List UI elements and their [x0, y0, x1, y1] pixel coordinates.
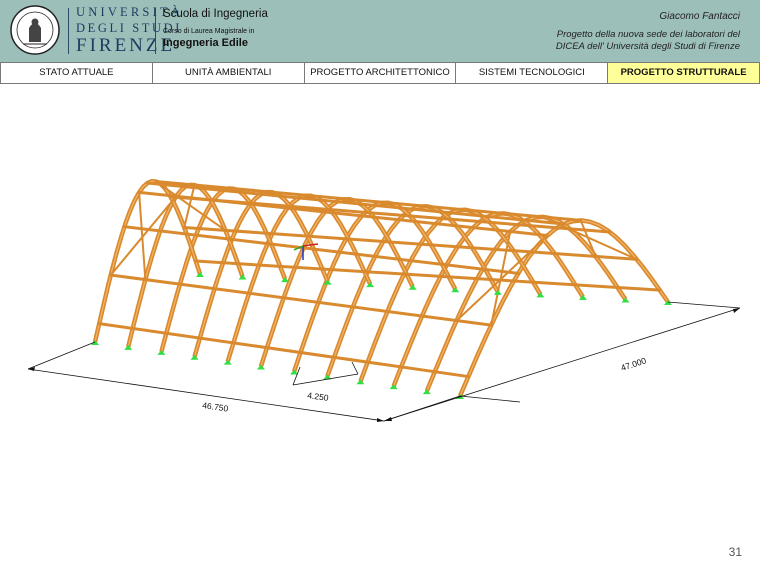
- support-node: [157, 349, 166, 355]
- bracing: [183, 184, 196, 229]
- support-node: [223, 359, 232, 365]
- project-title-line1: Progetto della nuova sede dei laboratori…: [556, 29, 740, 40]
- support-node: [91, 340, 99, 345]
- support-node: [190, 354, 199, 360]
- arch-rib: [92, 178, 203, 343]
- tab-sistemi-tecnologici[interactable]: SISTEMI TECNOLOGICI: [456, 63, 609, 83]
- length-dimension-line: [27, 368, 385, 422]
- structural-model-3d: 46.750 47.000 4.250: [27, 178, 741, 422]
- timber-frame: [91, 178, 672, 399]
- course-prefix: Corso di Laurea Magistrale in: [163, 28, 255, 35]
- spacing-dimension-label: 4.250: [307, 390, 330, 403]
- arch-rib: [457, 218, 670, 397]
- author-name: Giacomo Fantacci: [659, 11, 740, 22]
- school-name: Scuola di Ingegneria: [163, 8, 268, 20]
- purlin: [97, 322, 470, 379]
- project-title: Progetto della nuova sede dei laboratori…: [480, 29, 740, 53]
- tab-progetto-strutturale[interactable]: PROGETTO STRUTTURALE: [608, 63, 760, 83]
- tab-unita-ambientali[interactable]: UNITÀ AMBIENTALI: [153, 63, 305, 83]
- school-divider: [155, 8, 156, 54]
- arch-rib-highlight: [426, 216, 626, 392]
- header: UNIVERSITÀ DEGLI STUDI FIRENZE Scuola di…: [0, 0, 760, 62]
- extension-line: [667, 301, 741, 309]
- extension-line: [459, 395, 521, 403]
- project-title-line2: DICEA dell' Università degli Studi di Fi…: [555, 41, 740, 52]
- length-dimension-label: 46.750: [202, 400, 229, 414]
- support-node: [196, 272, 204, 277]
- extension-line: [383, 395, 461, 422]
- arch-rib-highlight: [94, 180, 201, 343]
- logo-divider: [68, 8, 69, 54]
- arch-rib: [424, 214, 628, 392]
- page-number: 31: [728, 545, 742, 559]
- purlin: [109, 273, 493, 327]
- tab-stato-attuale[interactable]: STATO ATTUALE: [0, 63, 153, 83]
- support-node: [256, 364, 265, 370]
- university-seal-logo: [10, 5, 60, 55]
- course-name: Ingegneria Edile: [163, 37, 248, 49]
- arch-rib: [258, 196, 415, 368]
- purlin: [194, 259, 662, 292]
- extension-line: [351, 361, 359, 375]
- width-dimension-label: 47.000: [620, 355, 648, 373]
- extension-line: [27, 341, 96, 370]
- arch-rib-highlight: [459, 219, 669, 397]
- tab-progetto-architettonico[interactable]: PROGETTO ARCHITETTONICO: [305, 63, 457, 83]
- school-info: Scuola di Ingegneria Corso di Laurea Mag…: [163, 8, 268, 49]
- section-nav: STATO ATTUALE UNITÀ AMBIENTALI PROGETTO …: [0, 62, 760, 84]
- purlin: [182, 225, 639, 261]
- support-node: [124, 344, 133, 350]
- arch-rib-highlight: [260, 198, 414, 367]
